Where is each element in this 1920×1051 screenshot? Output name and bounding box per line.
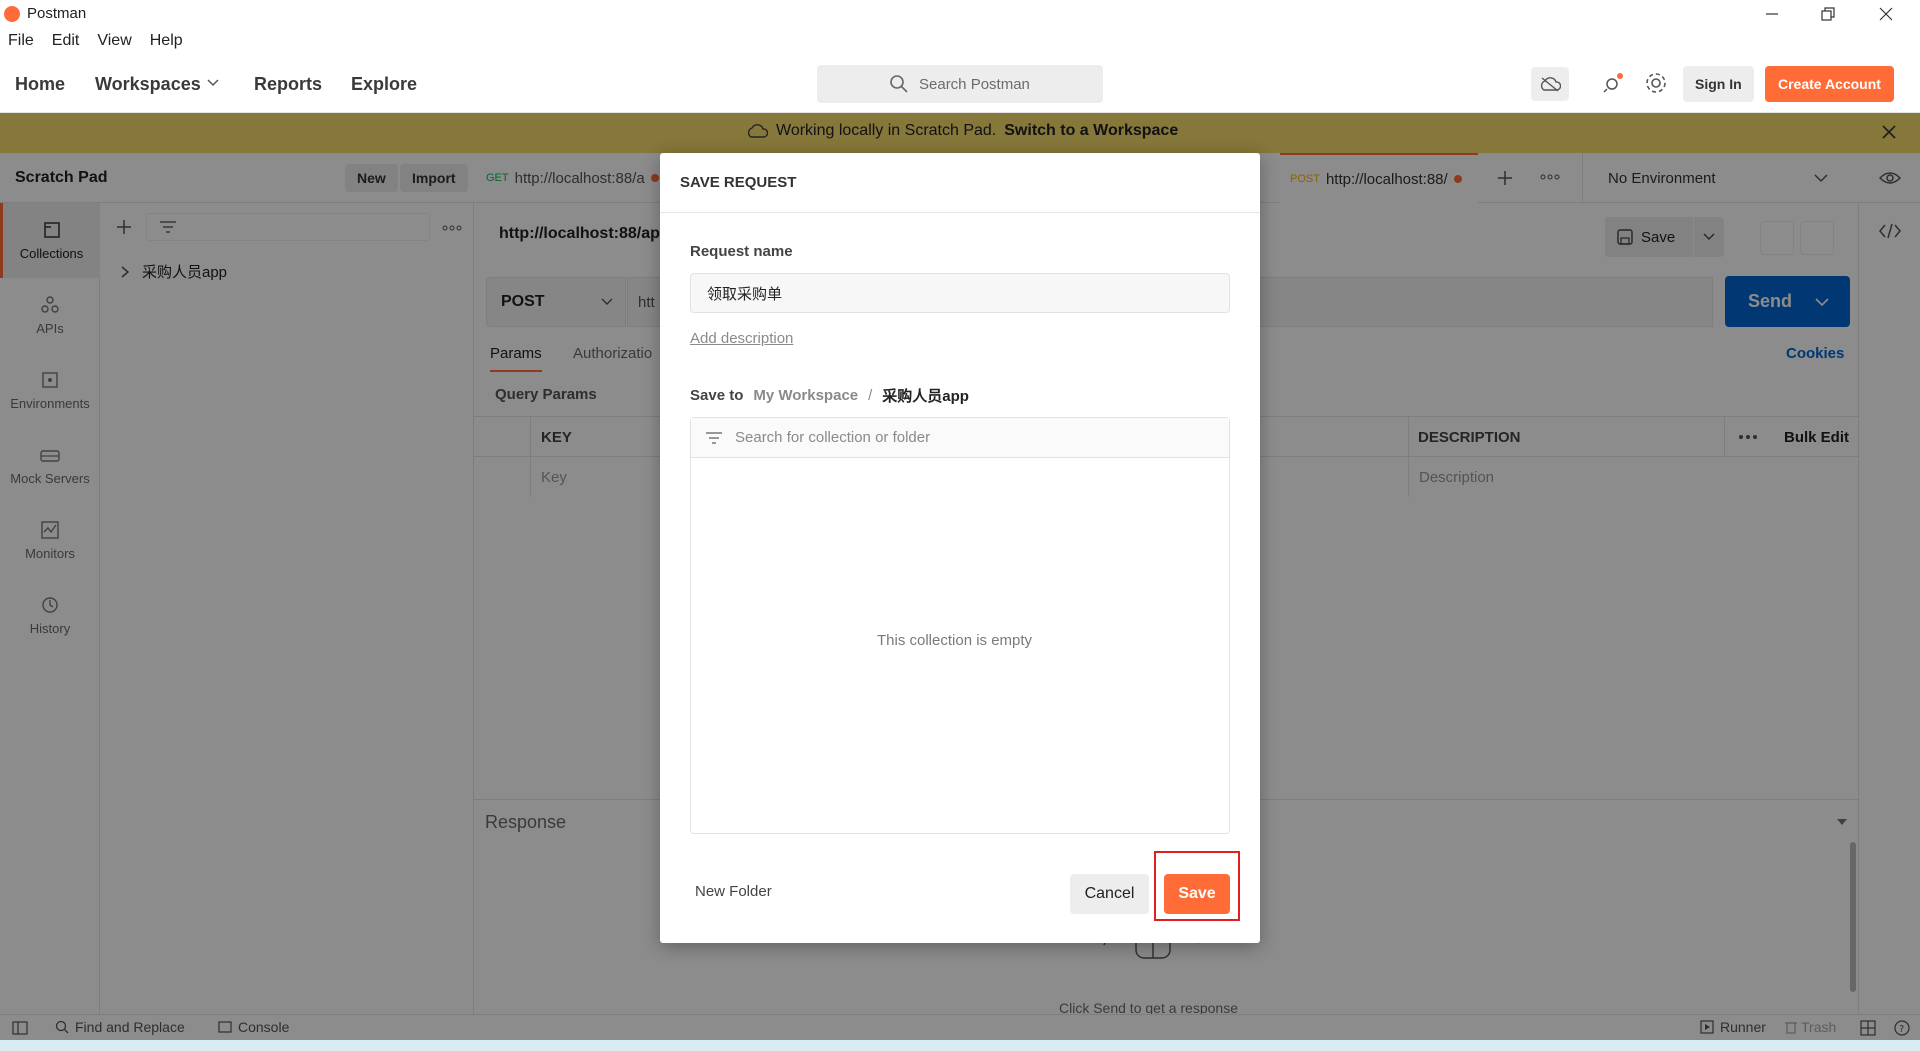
dialog-header: SAVE REQUEST (660, 153, 1260, 213)
menu-help[interactable]: Help (150, 32, 183, 50)
collection-browser: Search for collection or folder This col… (690, 417, 1230, 834)
collection-search-input[interactable]: Search for collection or folder (691, 418, 1229, 458)
postman-logo-icon (4, 6, 20, 22)
search-icon (889, 74, 909, 94)
request-name-label: Request name (690, 243, 793, 260)
save-button[interactable]: Save (1164, 874, 1230, 914)
menu-bar: File Edit View Help (0, 28, 1920, 54)
nav-workspaces[interactable]: Workspaces (95, 74, 201, 95)
create-account-button[interactable]: Create Account (1765, 66, 1894, 102)
settings-gear-icon[interactable] (1644, 71, 1668, 95)
breadcrumb-separator: / (868, 387, 873, 404)
new-folder-button[interactable]: New Folder (695, 883, 772, 900)
app-title: Postman (27, 5, 87, 22)
add-description-link[interactable]: Add description (690, 330, 793, 347)
nav-home[interactable]: Home (15, 74, 65, 95)
nav-reports[interactable]: Reports (254, 74, 322, 95)
save-to-label: Save to (690, 387, 744, 404)
dialog-title: SAVE REQUEST (680, 174, 797, 191)
breadcrumb-collection: 采购人员app (882, 388, 969, 405)
breadcrumb-workspace[interactable]: My Workspace (753, 387, 858, 404)
title-bar: Postman (0, 0, 1920, 28)
minimize-icon[interactable] (1762, 4, 1782, 24)
filter-icon (706, 431, 722, 444)
menu-file[interactable]: File (8, 32, 34, 50)
restore-icon[interactable] (1818, 4, 1838, 24)
sign-in-button[interactable]: Sign In (1683, 66, 1754, 102)
taskbar-strip (0, 1040, 1920, 1051)
collection-search-placeholder: Search for collection or folder (735, 429, 931, 446)
close-icon[interactable] (1876, 4, 1896, 24)
cloud-sync-icon[interactable] (1531, 67, 1569, 101)
chevron-down-icon (207, 78, 219, 88)
top-header: Home Workspaces Reports Explore Search P… (0, 54, 1920, 113)
save-to-breadcrumb: Save to My Workspace / 采购人员app (690, 385, 969, 406)
nav-explore[interactable]: Explore (351, 74, 417, 95)
empty-collection-text: This collection is empty (877, 632, 1033, 649)
request-name-input[interactable]: 领取采购单 (690, 273, 1230, 313)
cancel-button[interactable]: Cancel (1070, 874, 1149, 914)
request-name-value: 领取采购单 (707, 285, 783, 303)
save-request-dialog: SAVE REQUEST Request name 领取采购单 Add desc… (660, 153, 1260, 943)
satellite-icon[interactable] (1601, 71, 1625, 95)
search-postman-box[interactable]: Search Postman (817, 65, 1103, 103)
menu-view[interactable]: View (97, 32, 131, 50)
menu-edit[interactable]: Edit (52, 32, 80, 50)
search-postman-placeholder: Search Postman (919, 75, 1030, 93)
